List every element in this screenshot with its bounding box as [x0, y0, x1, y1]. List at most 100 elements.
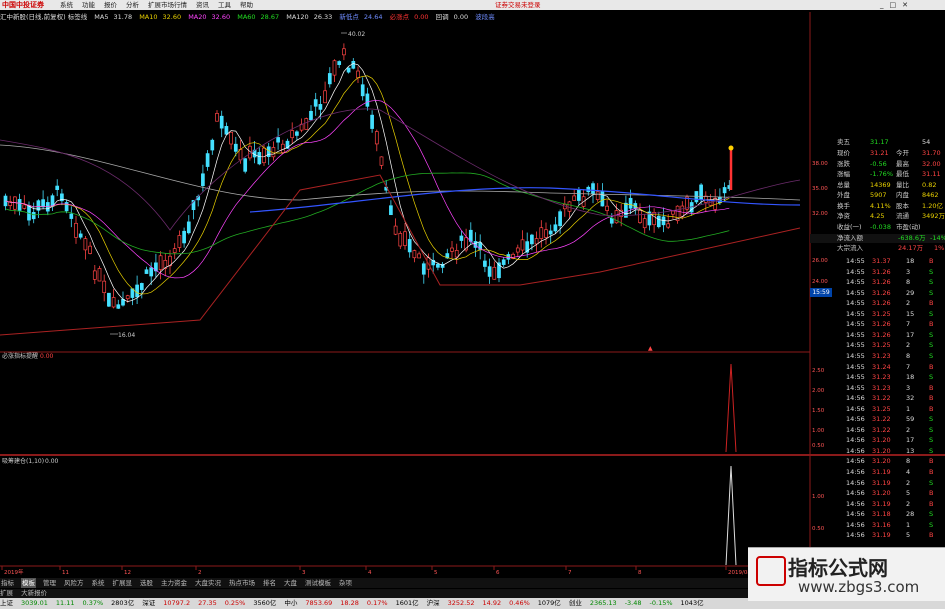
trade-price: 31.23: [872, 351, 891, 360]
quote-value: 1.20亿: [922, 201, 943, 210]
indicator-tab[interactable]: 大盘实况: [194, 578, 222, 588]
x-tick-label: 7: [568, 570, 572, 576]
candle-body: [671, 210, 675, 215]
new-low-value: 24.64: [363, 13, 383, 21]
status-item: 沪深: [426, 599, 440, 607]
x-tick-label: 8: [638, 570, 642, 576]
menu-item[interactable]: 分析: [126, 0, 139, 10]
menu-item[interactable]: 工具: [218, 0, 231, 10]
trade-time: 14:55: [846, 299, 865, 308]
trade-volume: 3: [906, 267, 911, 276]
indicator-tab[interactable]: 系统: [91, 578, 106, 588]
ma5-label: MA5: [94, 13, 109, 21]
quote-row: 总量 14369 量比 0.82: [810, 181, 945, 190]
indicator-tab[interactable]: 指标: [0, 578, 15, 588]
kline-chart[interactable]: 38.0035.0032.0029.0026.0024.002.502.001.…: [0, 0, 945, 609]
trade-row: 14:55 31.26 3 S: [834, 267, 944, 277]
trade-side: B: [929, 362, 934, 371]
trade-volume: 18: [906, 257, 915, 265]
ma5-value: 31.78: [113, 13, 133, 21]
menu-item[interactable]: 报价: [104, 0, 117, 10]
indicator-tab[interactable]: 杂项: [338, 578, 353, 588]
close-icon[interactable]: ✕: [902, 0, 908, 10]
candle-body: [17, 199, 22, 211]
trade-login-status[interactable]: 证券交易未登录: [495, 0, 541, 10]
quote-label: 市盈(动): [896, 222, 921, 231]
candle-body: [454, 250, 459, 258]
menu-item[interactable]: 系统: [60, 0, 73, 10]
trade-price: 31.20: [872, 457, 891, 466]
trade-volume: 17: [906, 330, 915, 339]
maximize-icon[interactable]: □: [890, 0, 897, 10]
candle-body: [492, 266, 497, 280]
trade-price: 31.26: [872, 320, 891, 329]
quote-value: 5907: [870, 191, 887, 199]
indicator-tab[interactable]: 排名: [262, 578, 277, 588]
status-item: 11.11: [55, 599, 75, 607]
trade-price: 31.20: [872, 436, 891, 445]
quote-row: 外盘 5907 内盘 8462: [810, 191, 945, 200]
trade-volume: 32: [906, 394, 915, 403]
indicator-tab[interactable]: 扩展显: [112, 578, 134, 588]
block-inflow-row: 大宗流入 24.17万 1%: [810, 244, 945, 253]
candle-body: [233, 143, 238, 152]
candle-body: [224, 126, 229, 135]
indicator-tab[interactable]: 选股: [139, 578, 154, 588]
trade-side: S: [929, 309, 934, 318]
trade-side: B: [929, 320, 934, 329]
sub-item-quote[interactable]: 大新报价: [21, 589, 47, 597]
trade-time: 14:56: [846, 415, 865, 424]
trade-side: S: [929, 373, 934, 382]
indicator-tab[interactable]: 大盘: [283, 578, 298, 588]
indicator-tab[interactable]: 热点市场: [228, 578, 256, 588]
trade-row: 14:56 31.19 5 B: [834, 530, 944, 540]
brand-logo: 中国中投证券: [2, 1, 44, 9]
trade-volume: 1: [906, 404, 911, 413]
indicator-tab[interactable]: 风险方: [63, 578, 85, 588]
block-inflow-pct: 1%: [934, 244, 945, 252]
candle-body: [144, 269, 149, 274]
indicator-tab[interactable]: 测试模板: [304, 578, 332, 588]
sub-item-extend[interactable]: 扩展: [0, 589, 13, 597]
trade-row: 14:55 31.26 8 S: [834, 277, 944, 287]
candle-body: [539, 227, 544, 239]
menu-item[interactable]: 扩展市场行情: [148, 0, 187, 10]
menu-item[interactable]: 功能: [82, 0, 95, 10]
sub2-spike: [725, 465, 737, 566]
minimize-icon[interactable]: _: [880, 0, 884, 10]
trade-side: S: [929, 288, 934, 297]
trade-row: 14:55 31.26 2 B: [834, 298, 944, 308]
trade-side: B: [929, 489, 934, 498]
candle-body: [666, 223, 671, 228]
trade-row: 14:56 31.25 1 B: [834, 404, 944, 414]
menu-item[interactable]: 帮助: [240, 0, 253, 10]
status-item: 0.17%: [366, 599, 388, 607]
ma120-value: 26.33: [313, 13, 333, 21]
menu-item[interactable]: 资讯: [196, 0, 209, 10]
site-watermark: 指标公式网 www.zbgs3.com: [748, 547, 945, 601]
indicator-tab[interactable]: 主力资金: [160, 578, 188, 588]
candle-body: [210, 139, 215, 151]
quote-value: 31.21: [870, 149, 889, 157]
indicator-tab[interactable]: 模板: [21, 578, 36, 588]
candle-body: [74, 222, 78, 238]
trade-row: 14:55 31.23 3 B: [834, 383, 944, 393]
candle-body: [327, 73, 332, 85]
candle-body: [97, 268, 102, 282]
trade-time: 14:56: [846, 394, 865, 403]
quote-label: 净资: [837, 212, 850, 220]
candle-body: [417, 253, 421, 259]
status-item: 7853.69: [305, 599, 333, 607]
trade-time: 14:55: [846, 309, 865, 318]
quote-label: 换手: [837, 201, 850, 210]
candle-body: [342, 48, 346, 56]
trade-row: 14:55 31.26 29 S: [834, 288, 944, 298]
trade-price: 31.22: [872, 425, 891, 434]
trade-price: 31.19: [872, 531, 891, 540]
indicator-tab[interactable]: 管理: [42, 578, 57, 588]
sub1-value: 0.00: [40, 353, 54, 360]
trade-side: B: [929, 257, 934, 265]
trade-price: 31.22: [872, 394, 891, 403]
trade-side: B: [929, 299, 934, 308]
trade-volume: 2: [906, 299, 911, 308]
